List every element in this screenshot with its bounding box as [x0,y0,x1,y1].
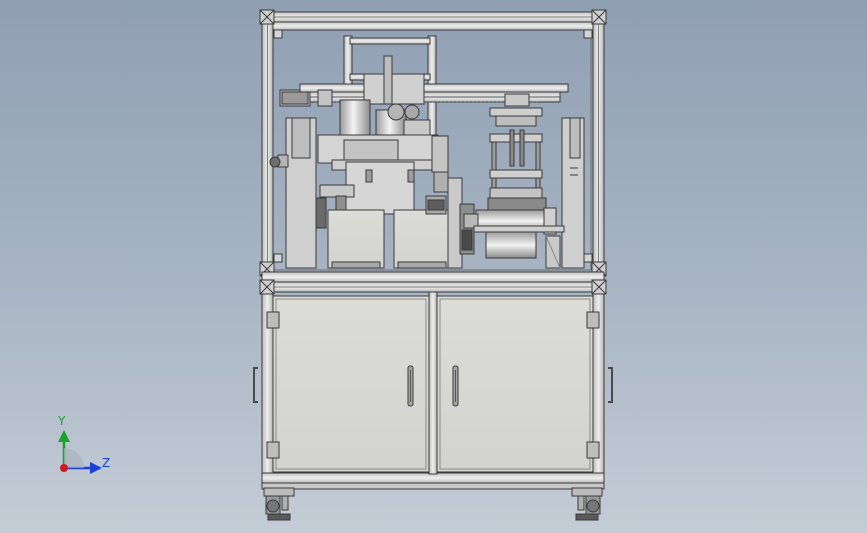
mechanism-assembly [269,35,585,269]
lower-cabinet [253,271,613,490]
coordinate-triad-icon [58,430,102,474]
triad-z-label: Z [102,456,111,470]
caster-feet [263,487,603,521]
cad-viewport[interactable]: Y Z [0,0,867,533]
machine-model[interactable] [0,0,867,533]
triad-y-label: Y [58,414,66,428]
